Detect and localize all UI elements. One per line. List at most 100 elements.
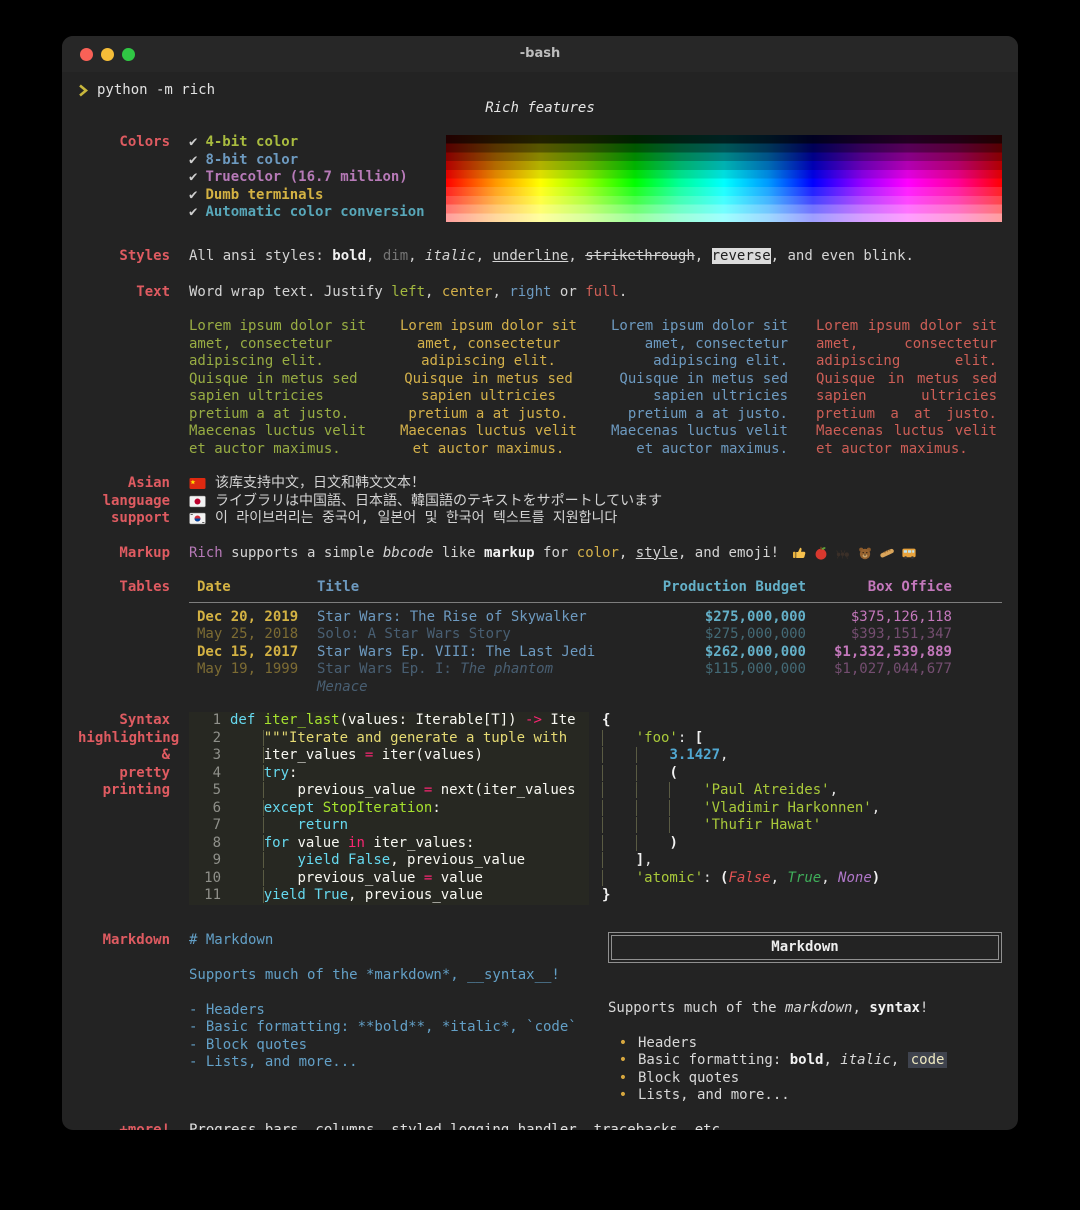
markdown-source-line: Supports much of the *markdown*, __synta…: [189, 966, 560, 983]
text-segment: ->: [525, 712, 542, 728]
line-number: 7: [212, 817, 221, 833]
text-segment: [264, 870, 298, 886]
code-line: 7 return: [189, 817, 589, 835]
asian-line-korean: 이 라이브러리는 중국어, 일본어 및 한국어 텍스트를 지원합니다: [189, 510, 1002, 528]
column-header-date: Date: [197, 579, 231, 595]
text-segment: [669, 817, 704, 833]
markdown-rendered: Markdown Supports much of the markdown, …: [608, 931, 1002, 1105]
code-line: 6 except StopIteration:: [189, 799, 589, 818]
line-number: 10: [204, 869, 221, 886]
cell-box-office: $393,151,347: [850, 626, 952, 642]
text-segment: [635, 764, 670, 781]
markdown-source: # Markdown Supports much of the *markdow…: [189, 932, 589, 1105]
text-segment: ,: [425, 283, 442, 300]
table-row: May 19, 1999 Star Wars Ep. I: The phanto…: [189, 661, 1002, 696]
text-segment: previous_value: [297, 869, 424, 886]
text-segment: , and even: [770, 248, 864, 264]
text-segment: def: [230, 712, 256, 728]
markup-demo-line: Rich supports a simple bbcode like marku…: [189, 545, 788, 563]
text-segment: ,: [644, 852, 653, 868]
markdown-heading: Markdown: [611, 934, 999, 960]
text-segment: syntax: [869, 1000, 920, 1016]
text-segment: [635, 817, 670, 833]
bear-emoji: [857, 545, 873, 561]
section-tables: Tables Date Title Production Budget Box …: [78, 579, 1002, 696]
text-segment: blink: [863, 248, 906, 264]
text-segment: [635, 747, 670, 763]
markdown-source-line: - Headers: [189, 1001, 265, 1018]
text-segment: iter_values:: [364, 834, 475, 851]
text-segment: [602, 834, 636, 851]
color-item-label: Truecolor (16.7 million): [205, 169, 408, 185]
text-segment: yield: [263, 887, 306, 903]
text-segment: [602, 852, 636, 868]
text-segment: ,: [618, 544, 636, 561]
text-segment: [635, 782, 670, 798]
text-segment: ,: [568, 248, 586, 264]
text-segment: code: [907, 1052, 948, 1068]
markdown-source-line: [189, 984, 589, 1002]
window-title: -bash: [519, 46, 561, 62]
bullet-icon: •: [618, 1052, 628, 1068]
cell-title: Star Wars Ep. I: The phantom Menace: [317, 661, 554, 695]
list-item: ✔ Automatic color conversion: [189, 204, 425, 222]
text-segment: bbcode: [382, 544, 434, 561]
text-segment: for: [534, 544, 577, 561]
code-text: return: [230, 817, 589, 835]
table-header-row: Date Title Production Budget Box Office: [189, 579, 1002, 603]
pretty-line: 'atomic': (False, True, None): [602, 869, 1002, 888]
text-segment: Basic formatting:: [638, 1052, 790, 1068]
text-segment: True: [314, 887, 349, 903]
text-segment: , and emoji!: [677, 544, 788, 561]
markdown-heading-panel: Markdown: [608, 931, 1002, 963]
text-segment: value: [289, 834, 349, 851]
section-styles: Styles All ansi styles: bold, dim, itali…: [78, 248, 1002, 266]
terminal-content[interactable]: python -m rich Rich features Colors ✔ 4-b…: [62, 82, 1018, 1130]
markdown-source-line: # Markdown: [189, 931, 274, 948]
text-segment: [230, 764, 264, 781]
list-item: • Headers: [608, 1035, 1002, 1053]
text-segment: Supports much of the: [608, 1000, 786, 1016]
table-row: May 25, 2018 Solo: A Star Wars Story $27…: [189, 626, 1002, 644]
pretty-line: 'Paul Atreides',: [602, 782, 1002, 800]
lorem-columns: Lorem ipsum dolor sit amet, consectetur …: [189, 318, 1002, 458]
pretty-line: (: [602, 764, 1002, 783]
zoom-button[interactable]: [122, 47, 135, 61]
list-item: ✔ 4-bit color: [189, 134, 425, 152]
text-segment: [340, 852, 348, 868]
asian-line-japanese: ライブラリは中国語、日本語、韓国語のテキストをサポートしています: [189, 493, 1002, 511]
cell-budget: $115,000,000: [704, 661, 806, 677]
code-text: def iter_last(values: Iterable[T]) -> It…: [230, 712, 589, 730]
more-text: Progress bars, columns, styled logging h…: [189, 1121, 746, 1131]
code-line: 11 yield True, previous_value: [189, 887, 589, 905]
text-segment: [602, 764, 636, 781]
text-segment: (: [669, 764, 678, 781]
asian-text: 该库支持中文，日文和韩文文本！: [215, 475, 425, 491]
code-text: for value in iter_values:: [230, 834, 589, 853]
text-segment: [230, 782, 264, 798]
text-segment: 'Thufir Hawat': [703, 817, 822, 833]
text-segment: ,: [720, 747, 729, 763]
text-segment: ,: [852, 1000, 870, 1016]
section-markup: Markup Rich supports a simple bbcode lik…: [78, 545, 1002, 563]
minimize-button[interactable]: [101, 47, 114, 61]
text-segment: .: [618, 283, 628, 300]
text-segment: [230, 887, 264, 903]
check-icon: ✔: [189, 169, 198, 185]
terminal-window: -bash python -m rich Rich features Color…: [62, 36, 1018, 1130]
close-button[interactable]: [80, 47, 93, 61]
text-segment: italic: [840, 1052, 891, 1068]
text-segment: Lists, and more...: [638, 1087, 790, 1103]
text-segment: Ite: [541, 712, 576, 728]
column-header-title: Title: [317, 579, 360, 595]
text-segment: bold: [789, 1052, 824, 1068]
japan-flag-icon: [189, 494, 206, 509]
text-segment: yield: [297, 852, 340, 868]
line-number: 3: [212, 747, 221, 763]
titlebar[interactable]: -bash: [62, 36, 1018, 72]
text-segment: [230, 747, 264, 763]
cell-title: Star Wars: The Rise of Skywalker: [317, 608, 587, 625]
text-segment: except: [263, 799, 315, 816]
text-segment: :: [703, 869, 721, 886]
text-segment: .: [905, 248, 914, 264]
